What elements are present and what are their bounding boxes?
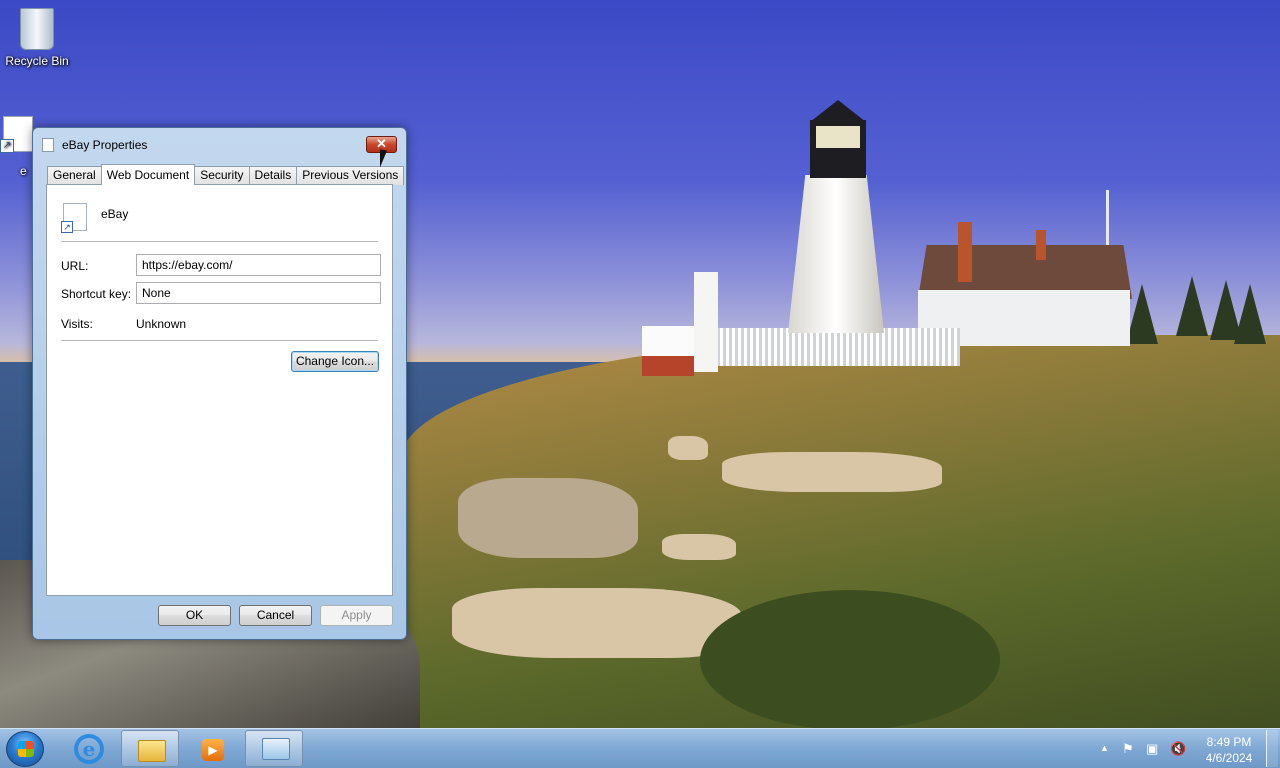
start-orb-icon	[18, 741, 34, 757]
mouse-cursor-icon	[380, 149, 387, 169]
rock-scenery	[452, 588, 742, 658]
separator	[61, 241, 378, 242]
control-panel-icon	[262, 738, 290, 760]
recycle-bin-icon	[20, 8, 54, 50]
tab-general[interactable]: General	[47, 166, 102, 185]
clock-date: 4/6/2024	[1205, 751, 1253, 765]
bush-scenery	[700, 590, 1000, 728]
visits-value: Unknown	[136, 317, 187, 331]
internet-explorer-icon[interactable]: e	[74, 734, 104, 764]
properties-dialog[interactable]: eBay Properties ✕ General Web Document S…	[32, 127, 407, 640]
rock-scenery	[458, 478, 638, 558]
fence-scenery	[714, 328, 960, 366]
media-player-icon: ▶	[202, 739, 224, 761]
url-shortcut-icon: ↗	[61, 203, 87, 233]
tree-scenery	[1176, 276, 1208, 336]
rock-scenery	[722, 452, 942, 492]
lighthouse-roof-scenery	[810, 100, 866, 122]
action-center-flag-icon[interactable]: ⚑	[1122, 741, 1134, 757]
taskbar: e ▶ ▲ ⚑ ▣ 🔇 8:49 PM 4/6/2024	[0, 728, 1280, 768]
cancel-button[interactable]: Cancel	[239, 605, 312, 626]
file-explorer-icon	[138, 740, 166, 762]
tab-web-document[interactable]: Web Document	[100, 164, 196, 185]
rock-scenery	[668, 436, 708, 460]
volume-muted-icon[interactable]: 🔇	[1170, 741, 1186, 757]
shortcut-file-icon: ↗	[0, 116, 33, 153]
separator	[61, 340, 378, 341]
tab-previous-versions[interactable]: Previous Versions	[296, 166, 405, 185]
url-input[interactable]	[136, 254, 381, 276]
start-button[interactable]	[6, 731, 44, 767]
shortcut-name: eBay	[101, 207, 129, 221]
tab-strip: General Web Document Security Details Pr…	[47, 164, 405, 185]
desktop-icon-recycle-bin[interactable]: Recycle Bin	[1, 8, 73, 68]
system-clock[interactable]: 8:49 PM 4/6/2024	[1196, 734, 1262, 766]
ok-button[interactable]: OK	[158, 605, 231, 626]
rock-scenery	[662, 534, 736, 560]
apply-button[interactable]: Apply	[320, 605, 393, 626]
url-label: URL:	[61, 259, 89, 273]
dialog-titlebar[interactable]: eBay Properties ✕	[33, 128, 406, 160]
shed-base-scenery	[642, 356, 694, 376]
tower-scenery	[694, 272, 718, 372]
desktop-icon-label: Recycle Bin	[5, 54, 69, 68]
tab-security[interactable]: Security	[194, 166, 250, 185]
visits-label: Visits:	[61, 317, 93, 331]
shortcut-arrow-icon: ↗	[61, 221, 73, 233]
shortcut-arrow-icon: ↗	[0, 139, 14, 153]
clock-time: 8:49 PM	[1206, 735, 1252, 749]
shortcut-key-label: Shortcut key:	[61, 287, 132, 301]
show-desktop-button[interactable]	[1266, 730, 1278, 767]
lighthouse-scenery	[788, 175, 884, 333]
network-icon[interactable]: ▣	[1146, 741, 1158, 757]
change-icon-button[interactable]: Change Icon...	[291, 351, 379, 372]
shortcut-key-input[interactable]	[136, 282, 381, 304]
lighthouse-lamp-scenery	[816, 126, 860, 148]
show-hidden-icons-button[interactable]: ▲	[1100, 743, 1109, 753]
taskbar-control-panel[interactable]	[245, 730, 303, 767]
chimney-scenery	[958, 222, 972, 282]
tab-details[interactable]: Details	[248, 166, 298, 185]
dialog-title: eBay Properties	[62, 138, 148, 152]
taskbar-media-player[interactable]: ▶	[183, 730, 241, 767]
document-icon	[42, 138, 54, 152]
taskbar-file-explorer[interactable]	[121, 730, 179, 767]
tab-panel: ↗ eBay URL: Shortcut key: Visits: Unknow…	[46, 184, 393, 596]
tree-scenery	[1234, 284, 1266, 344]
chimney-scenery	[1036, 230, 1046, 260]
